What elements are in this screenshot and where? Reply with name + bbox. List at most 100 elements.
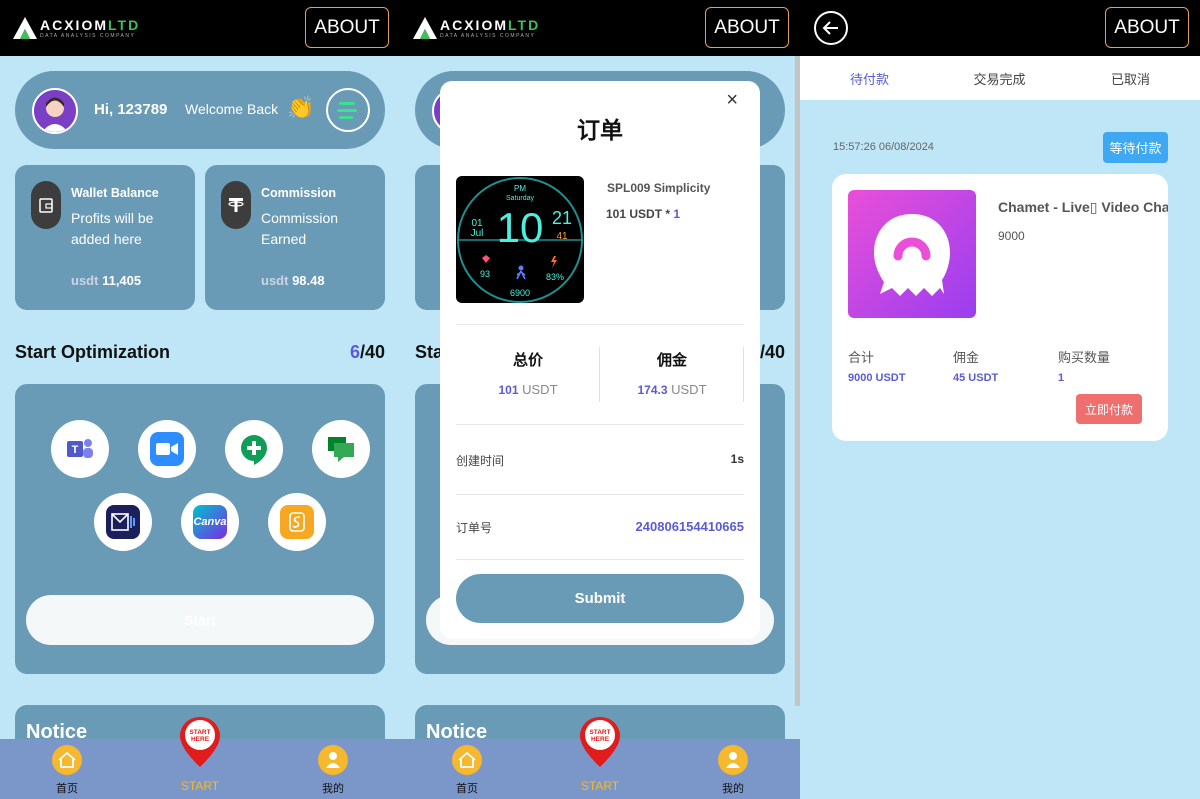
divider bbox=[456, 324, 744, 325]
about-button[interactable]: ABOUT bbox=[705, 7, 789, 48]
app-image bbox=[848, 190, 976, 318]
total-label: 总价 bbox=[512, 352, 543, 369]
nav-mine[interactable]: 我的 bbox=[693, 739, 773, 799]
svg-text:T: T bbox=[72, 444, 79, 456]
brand-logo[interactable]: ACXIOMLTD DATA ANALYSIS COMPANY bbox=[412, 14, 540, 42]
svg-text:21: 21 bbox=[552, 208, 572, 228]
clap-icon: 👏 bbox=[287, 95, 315, 120]
commission-label: 佣金 bbox=[656, 352, 687, 369]
top-bar: ABOUT bbox=[800, 0, 1200, 56]
tab-completed[interactable]: 交易完成 bbox=[933, 69, 1066, 88]
wallet-icon bbox=[31, 181, 61, 229]
order-total-label: 合计 bbox=[848, 350, 875, 365]
nav-start-label[interactable]: START bbox=[160, 779, 240, 793]
user-icon bbox=[318, 745, 348, 775]
bottom-nav: 首页 START HERE START 我的 bbox=[400, 717, 800, 799]
orders-panel: ABOUT 待付款 交易完成 已取消 15:57:26 06/08/2024 等… bbox=[800, 0, 1200, 799]
commission-value: 174.3 USDT bbox=[637, 382, 707, 397]
total-value: 101 USDT bbox=[498, 382, 558, 397]
divider bbox=[456, 494, 744, 495]
order-modal: × 订单 PM Saturday 10 01 Jul 21 41 93 83% … bbox=[440, 81, 760, 639]
menu-lines-icon bbox=[337, 102, 357, 119]
order-commission-value: 45 USDT bbox=[953, 372, 999, 384]
nav-home[interactable]: 首页 bbox=[27, 739, 107, 799]
brand-name: ACXIOMLTD bbox=[440, 16, 541, 33]
hangouts-icon bbox=[225, 420, 283, 478]
tether-icon bbox=[221, 181, 251, 229]
svg-text:HERE: HERE bbox=[591, 736, 610, 743]
wallet-amount: usdt 11,405 bbox=[71, 273, 142, 288]
order-total-value: 9000 USDT bbox=[848, 372, 906, 384]
nav-mine[interactable]: 我的 bbox=[293, 739, 373, 799]
product-price: 101 USDT * 1 bbox=[606, 207, 681, 221]
order-quantity-label: 购买数量 bbox=[1058, 350, 1111, 365]
svg-text:HERE: HERE bbox=[191, 736, 210, 743]
start-button[interactable]: Start bbox=[26, 595, 374, 645]
svg-text:83%: 83% bbox=[546, 272, 564, 282]
commission: 佣金 174.3 USDT bbox=[600, 349, 744, 397]
order-quantity-value: 1 bbox=[1058, 372, 1065, 384]
tab-cancelled[interactable]: 已取消 bbox=[1064, 69, 1197, 88]
commission-amount: usdt 98.48 bbox=[261, 273, 325, 288]
svg-text:6900: 6900 bbox=[510, 288, 530, 298]
logo-mark-icon bbox=[13, 17, 37, 39]
svg-text:41: 41 bbox=[556, 231, 568, 242]
nav-home[interactable]: 首页 bbox=[427, 739, 507, 799]
order-total: 合计 9000 USDT bbox=[848, 347, 905, 384]
order-number-label: 订单号 bbox=[456, 521, 493, 535]
menu-button[interactable] bbox=[326, 88, 370, 132]
total-price: 总价 101 USDT bbox=[456, 349, 600, 397]
created-time-label: 创建时间 bbox=[456, 454, 505, 468]
scribe-icon bbox=[268, 493, 326, 551]
greeting-banner: Hi, 123789 Welcome Back 👏 bbox=[15, 71, 385, 149]
svg-text:10: 10 bbox=[497, 204, 544, 251]
bottom-nav: 首页 START HERE START 我的 bbox=[0, 717, 400, 799]
commission-card[interactable]: Commission Commission Earned usdt 98.48 bbox=[205, 165, 385, 310]
submit-button[interactable]: Submit bbox=[456, 574, 744, 623]
brand-tagline: DATA ANALYSIS COMPANY bbox=[440, 32, 536, 39]
nav-mine-label: 我的 bbox=[722, 783, 744, 795]
avatar-icon bbox=[34, 90, 76, 132]
order-commission: 佣金 45 USDT bbox=[953, 347, 998, 384]
greeting-text: Hi, 123789 bbox=[94, 101, 168, 118]
order-number-value: 240806154410665 bbox=[635, 519, 744, 534]
commission-title: Commission bbox=[261, 186, 337, 200]
top-bar: ACXIOMLTD DATA ANALYSIS COMPANY ABOUT bbox=[0, 0, 400, 56]
zoom-icon bbox=[138, 420, 196, 478]
start-pin-icon[interactable]: STARTHERE bbox=[578, 715, 622, 769]
order-commission-label: 佣金 bbox=[953, 350, 980, 365]
commission-desc: Commission Earned bbox=[261, 210, 339, 247]
close-icon[interactable]: × bbox=[726, 89, 738, 112]
nav-mine-label: 我的 bbox=[322, 783, 344, 795]
email-icon bbox=[94, 493, 152, 551]
optimization-title: Start Optimization bbox=[15, 342, 171, 362]
chamet-logo-icon bbox=[874, 214, 950, 296]
logo-mark-icon bbox=[413, 17, 437, 39]
brand-tagline: DATA ANALYSIS COMPANY bbox=[40, 32, 136, 39]
home-panel: ACXIOMLTD DATA ANALYSIS COMPANY ABOUT Hi… bbox=[0, 0, 400, 799]
welcome-text: Welcome Back bbox=[185, 101, 279, 117]
avatar[interactable] bbox=[32, 88, 78, 134]
about-button[interactable]: ABOUT bbox=[1105, 7, 1189, 48]
status-badge: 等待付款 bbox=[1103, 132, 1168, 163]
nav-start-label[interactable]: START bbox=[560, 779, 640, 793]
created-time-value: 1s bbox=[730, 452, 744, 466]
svg-text:Jul: Jul bbox=[471, 228, 484, 239]
nav-home-label: 首页 bbox=[56, 783, 78, 795]
svg-text:START: START bbox=[189, 729, 210, 736]
product-name: SPL009 Simplicity bbox=[607, 181, 711, 195]
wallet-title: Wallet Balance bbox=[71, 186, 159, 200]
user-icon bbox=[718, 745, 748, 775]
about-button[interactable]: ABOUT bbox=[305, 7, 389, 48]
wallet-balance-card[interactable]: Wallet Balance Profits will be added her… bbox=[15, 165, 195, 310]
app-name: Chamet - Live▯ Video Chat bbox=[998, 199, 1168, 215]
home-icon bbox=[52, 745, 82, 775]
tab-pending[interactable]: 待付款 bbox=[803, 69, 936, 88]
brand-logo[interactable]: ACXIOMLTD DATA ANALYSIS COMPANY bbox=[12, 14, 140, 42]
pay-now-button[interactable]: 立即付款 bbox=[1076, 394, 1142, 424]
back-button[interactable] bbox=[814, 11, 848, 45]
wallet-desc: Profits will be added here bbox=[71, 210, 154, 247]
svg-text:Saturday: Saturday bbox=[506, 195, 535, 202]
start-pin-icon[interactable]: STARTHERE bbox=[178, 715, 222, 769]
google-chat-icon bbox=[312, 420, 370, 478]
